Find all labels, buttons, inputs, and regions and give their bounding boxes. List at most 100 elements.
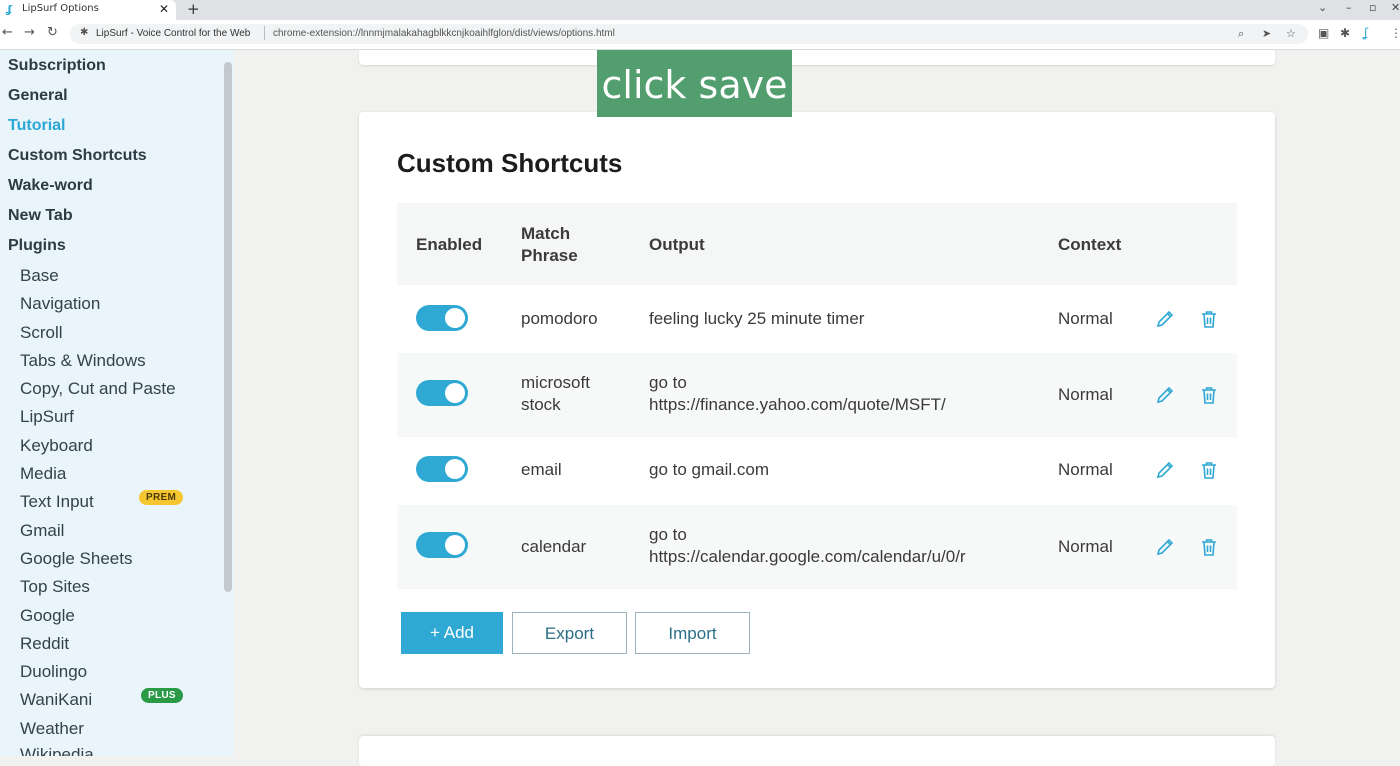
plugin-item-wikipedia[interactable]: Wikipedia bbox=[20, 745, 94, 756]
prem-badge: PREM bbox=[139, 490, 184, 505]
address-bar[interactable]: ✱ LipSurf - Voice Control for the Web ch… bbox=[70, 24, 1308, 44]
match-phrase: calendar bbox=[521, 537, 587, 556]
send-icon[interactable]: ➤ bbox=[1262, 27, 1271, 40]
match-phrase: pomodoro bbox=[521, 309, 598, 328]
match-phrase: microsoft bbox=[521, 373, 590, 392]
context-value: Normal bbox=[1058, 385, 1113, 404]
plugin-item-duolingo[interactable]: Duolingo bbox=[20, 662, 87, 682]
plugin-item-wanikani[interactable]: WaniKani bbox=[20, 690, 92, 710]
custom-shortcuts-card: Custom Shortcuts Enabled Match Phrase Ou… bbox=[359, 112, 1275, 688]
plugin-item-text-input[interactable]: Text Input bbox=[20, 492, 94, 512]
delete-trash-icon[interactable] bbox=[1199, 385, 1219, 405]
plugin-item-top-sites[interactable]: Top Sites bbox=[20, 577, 90, 597]
previous-card bbox=[359, 50, 1275, 65]
new-tab-button[interactable]: + bbox=[187, 0, 200, 18]
table-row: email go to gmail.com Normal bbox=[397, 437, 1237, 505]
address-divider bbox=[264, 26, 265, 40]
edit-pencil-icon[interactable] bbox=[1155, 537, 1175, 557]
browser-tab-strip: ʆ LipSurf Options ✕ + ⌄ – ▫ ✕ bbox=[0, 0, 1400, 20]
output-url: https://calendar.google.com/calendar/u/0… bbox=[649, 547, 966, 566]
sidebar-item-plugins[interactable]: Plugins bbox=[8, 237, 66, 255]
site-name: LipSurf - Voice Control for the Web bbox=[96, 28, 251, 39]
plugin-item-reddit[interactable]: Reddit bbox=[20, 634, 69, 654]
edit-pencil-icon[interactable] bbox=[1155, 460, 1175, 480]
extensions-puzzle-icon[interactable]: ✱ bbox=[1340, 26, 1350, 40]
url-text[interactable]: chrome-extension://lnnmjmalakahagblkkcnj… bbox=[273, 28, 615, 39]
bookmark-star-icon[interactable]: ☆ bbox=[1286, 27, 1296, 40]
sidebar-item-new-tab[interactable]: New Tab bbox=[8, 207, 73, 225]
output-text: go to bbox=[649, 373, 687, 392]
context-value: Normal bbox=[1058, 309, 1113, 328]
next-card bbox=[359, 736, 1275, 766]
sidebar-item-tutorial[interactable]: Tutorial bbox=[8, 117, 65, 135]
import-button[interactable]: Import bbox=[635, 612, 750, 654]
plugin-item-navigation[interactable]: Navigation bbox=[20, 294, 100, 314]
edit-pencil-icon[interactable] bbox=[1155, 385, 1175, 405]
output-text: go to bbox=[649, 525, 687, 544]
plugin-item-gmail[interactable]: Gmail bbox=[20, 521, 64, 541]
zoom-icon[interactable]: ⌕ bbox=[1238, 27, 1244, 41]
plus-badge: PLUS bbox=[141, 688, 183, 703]
lipsurf-extension-icon[interactable]: ʆ bbox=[1364, 26, 1368, 40]
plugin-item-copy-cut-paste[interactable]: Copy, Cut and Paste bbox=[20, 379, 176, 399]
edit-pencil-icon[interactable] bbox=[1155, 309, 1175, 329]
browser-tab[interactable]: ʆ LipSurf Options ✕ bbox=[0, 0, 176, 20]
sidebar-item-wake-word[interactable]: Wake-word bbox=[8, 177, 93, 195]
maximize-icon[interactable]: ▫ bbox=[1369, 1, 1376, 14]
output-text: feeling lucky 25 minute timer bbox=[649, 309, 865, 328]
sidebar-item-general[interactable]: General bbox=[8, 87, 68, 105]
add-shortcut-button[interactable]: + Add bbox=[401, 612, 503, 654]
column-phrase: Phrase bbox=[521, 246, 578, 265]
forward-icon[interactable]: → bbox=[24, 25, 35, 40]
table-row: pomodoro feeling lucky 25 minute timer N… bbox=[397, 285, 1237, 353]
sidebar-item-custom-shortcuts[interactable]: Custom Shortcuts bbox=[8, 147, 147, 165]
menu-kebab-icon[interactable]: ⋮ bbox=[1390, 26, 1400, 40]
tab-title: LipSurf Options bbox=[22, 3, 99, 14]
minimize-icon[interactable]: – bbox=[1346, 1, 1352, 14]
delete-trash-icon[interactable] bbox=[1199, 309, 1219, 329]
plugin-item-lipsurf[interactable]: LipSurf bbox=[20, 407, 74, 427]
plugin-item-base[interactable]: Base bbox=[20, 266, 59, 286]
tab-search-icon[interactable]: ⌄ bbox=[1318, 1, 1327, 14]
column-output: Output bbox=[649, 235, 705, 254]
browser-toolbar: ← → ↻ ✱ LipSurf - Voice Control for the … bbox=[0, 20, 1400, 50]
extension-puzzle-icon: ✱ bbox=[80, 27, 89, 38]
delete-trash-icon[interactable] bbox=[1199, 537, 1219, 557]
column-enabled: Enabled bbox=[416, 235, 483, 254]
page-title: Custom Shortcuts bbox=[397, 148, 623, 178]
lipsurf-favicon-icon: ʆ bbox=[6, 3, 13, 16]
enabled-toggle[interactable] bbox=[416, 532, 468, 558]
plugin-item-weather[interactable]: Weather bbox=[20, 719, 84, 739]
table-header: Enabled Match Phrase Output Context bbox=[397, 203, 1237, 285]
sidebar-item-subscription[interactable]: Subscription bbox=[8, 57, 106, 75]
column-match: Match bbox=[521, 224, 571, 243]
enabled-toggle[interactable] bbox=[416, 380, 468, 406]
tab-close-icon[interactable]: ✕ bbox=[159, 2, 169, 16]
plugin-item-tabs-windows[interactable]: Tabs & Windows bbox=[20, 351, 146, 371]
plugin-item-google-sheets[interactable]: Google Sheets bbox=[20, 549, 132, 569]
output-url: https://finance.yahoo.com/quote/MSFT/ bbox=[649, 395, 946, 414]
table-row: calendar go to https://calendar.google.c… bbox=[397, 505, 1237, 589]
sidebar-scrollbar[interactable] bbox=[224, 62, 232, 592]
context-value: Normal bbox=[1058, 460, 1113, 479]
enabled-toggle[interactable] bbox=[416, 305, 468, 331]
table-row: microsoft stock go to https://finance.ya… bbox=[397, 353, 1237, 437]
match-phrase-line2: stock bbox=[521, 395, 561, 414]
plugin-item-keyboard[interactable]: Keyboard bbox=[20, 436, 93, 456]
click-save-overlay: click save bbox=[597, 50, 792, 117]
plugin-item-google[interactable]: Google bbox=[20, 606, 75, 626]
enabled-toggle[interactable] bbox=[416, 456, 468, 482]
column-context: Context bbox=[1058, 235, 1122, 254]
output-text: go to gmail.com bbox=[649, 460, 769, 479]
extension-icon[interactable]: ▣ bbox=[1318, 26, 1329, 40]
delete-trash-icon[interactable] bbox=[1199, 460, 1219, 480]
plugin-item-scroll[interactable]: Scroll bbox=[20, 323, 63, 343]
sidebar: Subscription General Tutorial Custom Sho… bbox=[0, 50, 234, 756]
window-close-icon[interactable]: ✕ bbox=[1391, 1, 1400, 14]
plugin-item-media[interactable]: Media bbox=[20, 464, 66, 484]
match-phrase: email bbox=[521, 460, 562, 479]
back-icon[interactable]: ← bbox=[2, 25, 13, 40]
context-value: Normal bbox=[1058, 537, 1113, 556]
export-button[interactable]: Export bbox=[512, 612, 627, 654]
reload-icon[interactable]: ↻ bbox=[47, 25, 58, 40]
